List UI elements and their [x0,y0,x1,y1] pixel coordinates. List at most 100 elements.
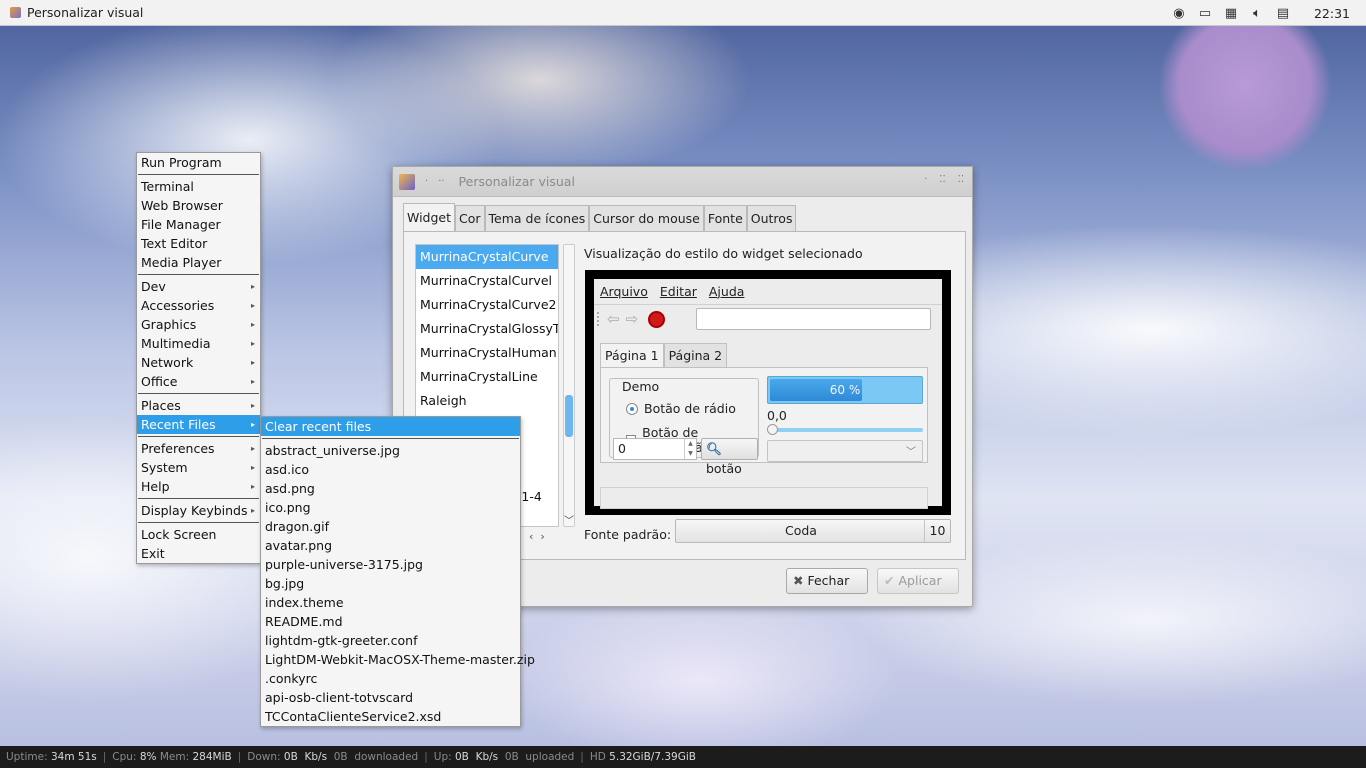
preview-combobox[interactable]: ﹀ [767,440,923,462]
recent-file-item[interactable]: .conkyrc [261,669,520,688]
preview-tab-page2[interactable]: Página 2 [663,343,728,367]
recent-file-item[interactable]: purple-universe-3175.jpg [261,555,520,574]
recent-file-item[interactable]: TCContaClienteService2.xsd [261,707,520,726]
menu-separator [138,174,259,175]
preview-menubar: Arquivo Editar Ajuda [594,279,942,305]
apply-button[interactable]: ✔ Aplicar [877,568,959,594]
mem-value: 284MiB [192,751,232,763]
submenu-arrow-icon: ▸ [250,506,255,515]
tab-others[interactable]: Outros [746,205,797,231]
close-window-button[interactable]: ⁚⁚ [958,174,964,185]
scrollbar-thumb[interactable] [565,395,573,437]
menu-office-label: Office [141,374,178,389]
preview-menu-help[interactable]: Ajuda [709,284,745,299]
close-button[interactable]: ✖ Fechar [786,568,868,594]
horizontal-scroll-arrows[interactable]: ‹ › [529,530,545,543]
recent-file-item[interactable]: lightdm-gtk-greeter.conf [261,631,520,650]
recent-file-item[interactable]: avatar.png [261,536,520,555]
window-titlebar[interactable]: · ·· Personalizar visual · ⁚⁚ ⁚⁚ [393,167,972,197]
theme-item[interactable]: MurrinaCrystalHuman [416,341,558,365]
recent-file-item[interactable]: asd.ico [261,460,520,479]
menu-file-manager[interactable]: File Manager [137,215,260,234]
recent-file-item[interactable]: dragon.gif [261,517,520,536]
preview-menu-edit[interactable]: Editar [660,284,697,299]
tab-icon-theme[interactable]: Tema de ícones [484,205,590,231]
menu-exit[interactable]: Exit [137,544,260,563]
menu-graphics[interactable]: Graphics ▸ [137,315,260,334]
menu-preferences-label: Preferences [141,441,215,456]
submenu-arrow-icon: ▸ [250,420,255,429]
taskbar-app-title: Personalizar visual [27,5,144,20]
theme-item[interactable]: MurrinaCrystalCurvel [416,269,558,293]
titlebar-menu-dot[interactable]: · [425,176,428,187]
recent-file-item[interactable]: api-osb-client-totvscard [261,688,520,707]
menu-dev[interactable]: Dev ▸ [137,277,260,296]
maximize-button[interactable]: ⁚⁚ [939,174,945,185]
tab-font[interactable]: Fonte [703,205,747,231]
theme-item[interactable]: MurrinaCrystalGlossyTo [416,317,558,341]
menu-lock-screen[interactable]: Lock Screen [137,525,260,544]
recent-file-item[interactable]: bg.jpg [261,574,520,593]
battery-icon[interactable]: ▭ [1196,5,1214,21]
spin-arrows-icon[interactable]: ▲ ▼ [684,439,696,459]
accessibility-icon[interactable]: ◉ [1170,5,1188,21]
uptime-label: Uptime: [6,751,48,763]
tab-color[interactable]: Cor [455,205,485,231]
radio-icon [626,402,638,415]
theme-list-scrollbar[interactable] [563,244,575,527]
back-arrow-icon[interactable]: ⇦ [607,310,620,328]
stop-icon[interactable] [648,310,666,328]
menu-clear-recent-files[interactable]: Clear recent files [261,417,520,436]
font-picker-button[interactable]: Coda 10 [675,519,951,543]
menu-web-browser[interactable]: Web Browser [137,196,260,215]
preview-tab-page1[interactable]: Página 1 [600,343,664,367]
menu-places[interactable]: Places ▸ [137,396,260,415]
network-icon[interactable]: ▦ [1222,5,1240,21]
menu-network[interactable]: Network ▸ [137,353,260,372]
recent-file-item[interactable]: ico.png [261,498,520,517]
theme-item[interactable]: MurrinaCrystalCurve2 [416,293,558,317]
menu-text-editor[interactable]: Text Editor [137,234,260,253]
scale-knob[interactable] [767,424,778,435]
minimize-button[interactable]: · [924,174,927,185]
titlebar-pin-dots[interactable]: ·· [438,176,444,187]
preview-radio[interactable]: Botão de rádio [626,401,736,416]
menu-office[interactable]: Office ▸ [137,372,260,391]
clock[interactable]: 22:31 [1314,6,1350,21]
clipboard-icon[interactable]: ▤ [1274,5,1292,21]
theme-item[interactable]: MurrinaCrystalCurve [416,245,558,269]
recent-file-item[interactable]: README.md [261,612,520,631]
menu-preferences[interactable]: Preferences ▸ [137,439,260,458]
theme-item[interactable]: MurrinaCrystalLine [416,365,558,389]
recent-file-item[interactable]: LightDM-Webkit-MacOSX-Theme-master.zip [261,650,535,669]
preview-menu-file[interactable]: Arquivo [600,284,648,299]
volume-icon[interactable]: 🔈︎ [1248,5,1266,21]
tab-mouse-cursor[interactable]: Cursor do mouse [589,205,704,231]
theme-item[interactable]: Raleigh [416,389,558,413]
menu-accessories[interactable]: Accessories ▸ [137,296,260,315]
preview-button[interactable]: 🔍︎ botão [701,438,758,476]
menu-system[interactable]: System ▸ [137,458,260,477]
recent-file-item[interactable]: asd.png [261,479,520,498]
menu-media-player[interactable]: Media Player [137,253,260,272]
taskbar-app[interactable]: Personalizar visual [10,5,143,20]
window-title: Personalizar visual [458,174,575,189]
preview-entry[interactable] [696,308,931,330]
preview-scale[interactable] [767,424,923,435]
recent-file-item[interactable]: index.theme [261,593,520,612]
menu-separator [138,436,259,437]
menu-display-keybinds[interactable]: Display Keybinds ▸ [137,501,260,520]
menu-multimedia[interactable]: Multimedia ▸ [137,334,260,353]
menu-help[interactable]: Help ▸ [137,477,260,496]
menu-recent-files[interactable]: Recent Files ▸ [137,415,260,434]
menu-run-program[interactable]: Run Program [137,153,260,172]
forward-arrow-icon[interactable]: ⇨ [626,310,639,328]
preview-spinbutton[interactable]: 0 ▲ ▼ [613,438,697,460]
toolbar-grip [597,312,601,326]
chevron-down-icon[interactable]: ﹀ [564,512,574,527]
recent-file-item[interactable]: abstract_universe.jpg [261,441,520,460]
tab-widget[interactable]: Widget [403,203,456,231]
hd-value: 5.32GiB/7.39GiB [609,751,696,763]
up-label: Up: [433,751,452,763]
menu-terminal[interactable]: Terminal [137,177,260,196]
